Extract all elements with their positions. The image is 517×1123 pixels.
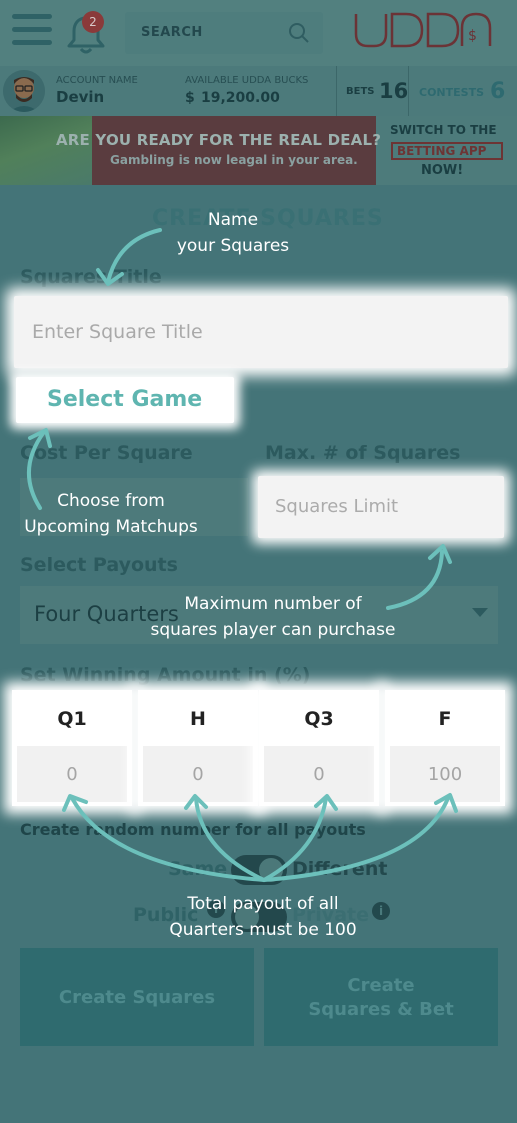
quarter-label: H — [190, 708, 206, 730]
quarter-label: Q1 — [57, 708, 87, 730]
annotation-choose-matchups: Choose from Upcoming Matchups — [6, 488, 216, 540]
switch-text: SWITCH TO THE — [390, 123, 497, 137]
banner-subline: Gambling is now leagal in your area. — [110, 153, 358, 167]
winning-amount-label: Set Winning Amount in (%) — [20, 664, 311, 686]
betting-app-label: BETTING APP — [397, 144, 487, 158]
switch-now-text: NOW! — [421, 163, 464, 178]
quarter-f-input[interactable]: 100 — [390, 746, 500, 802]
same-option-label: Same — [168, 858, 228, 880]
square-title-placeholder: Enter Square Title — [32, 321, 203, 343]
contests-count[interactable]: 6 — [490, 79, 505, 104]
button-line: Create — [347, 975, 415, 996]
account-name-label: ACCOUNT NAME — [56, 75, 138, 86]
annotation-line: squares player can purchase — [150, 620, 396, 640]
avatar[interactable] — [3, 70, 45, 112]
quarter-q1-card: Q1 0 — [12, 690, 132, 806]
annotation-max-squares: Maximum number of squares player can pur… — [128, 591, 418, 643]
quarter-f-card: F 100 — [385, 690, 505, 806]
same-different-toggle[interactable] — [231, 855, 287, 885]
bucks-value: 19,200.00 — [201, 90, 280, 106]
banner-headline: ARE YOU READY FOR THE REAL DEAL? — [56, 131, 382, 149]
squares-title-label: Squares Title — [20, 266, 162, 288]
create-squares-button[interactable]: Create Squares — [20, 948, 254, 1046]
annotation-line: Total payout of all — [187, 894, 339, 914]
annotation-total-payout: Total payout of all Quarters must be 100 — [148, 891, 378, 943]
quarter-q3-card: Q3 0 — [259, 690, 379, 806]
different-option-label: Different — [292, 858, 388, 880]
quarter-h-input[interactable]: 0 — [143, 746, 253, 802]
button-line: Squares & Bet — [308, 999, 454, 1020]
max-squares-label: Max. # of Squares — [265, 442, 461, 464]
annotation-line: your Squares — [176, 236, 290, 256]
quarter-q1-input[interactable]: 0 — [17, 746, 127, 802]
random-number-label: Create random number for all payouts — [20, 820, 366, 839]
divider — [336, 66, 337, 116]
udda-logo: $ — [352, 10, 494, 50]
cost-per-square-label: Cost Per Square — [20, 442, 193, 464]
select-payouts-label: Select Payouts — [20, 554, 178, 576]
logo-currency: $ — [468, 28, 477, 44]
annotation-line: Quarters must be 100 — [169, 920, 357, 940]
chevron-down-icon[interactable] — [472, 608, 488, 617]
select-game-label: Select Game — [47, 387, 203, 412]
annotation-line: Maximum number of — [184, 594, 362, 614]
create-squares-and-bet-button[interactable]: Create Squares & Bet — [264, 948, 498, 1046]
quarter-h-card: H 0 — [138, 690, 258, 806]
udda-bucks-icon: $ — [185, 90, 195, 106]
quarter-q3-input[interactable]: 0 — [264, 746, 374, 802]
annotation-line: Name — [207, 210, 259, 230]
bets-count[interactable]: 16 — [379, 79, 408, 103]
hamburger-menu-icon[interactable] — [12, 14, 52, 46]
promo-banner[interactable] — [92, 116, 376, 185]
annotation-line: Choose from — [57, 491, 165, 511]
squares-limit-placeholder: Squares Limit — [275, 496, 399, 517]
account-name: Devin — [56, 88, 105, 106]
quarter-label: F — [438, 708, 452, 730]
quarter-label: Q3 — [304, 708, 334, 730]
banner-field-image — [0, 116, 92, 185]
annotation-name-squares: Name your Squares — [150, 207, 316, 259]
bets-label[interactable]: BETS — [346, 86, 374, 97]
notification-badge: 2 — [82, 11, 104, 33]
annotation-line: Upcoming Matchups — [24, 517, 198, 537]
search-placeholder: SEARCH — [141, 25, 203, 40]
bucks-label: AVAILABLE UDDA BUCKS — [185, 75, 309, 86]
search-icon[interactable] — [288, 22, 310, 44]
contests-label[interactable]: CONTESTS — [419, 86, 484, 99]
